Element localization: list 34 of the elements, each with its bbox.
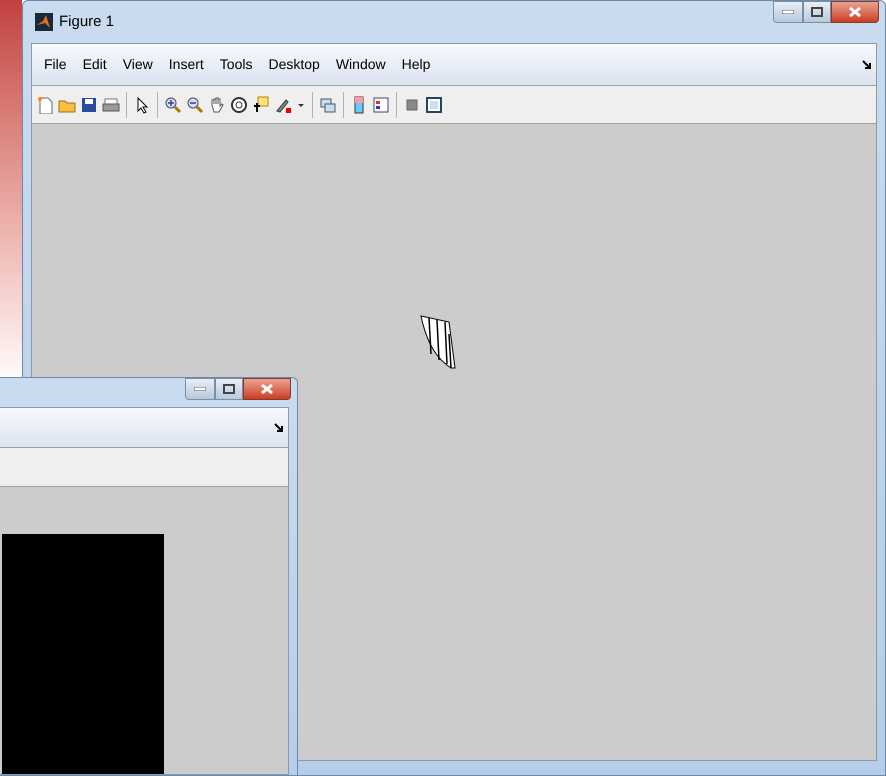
app-logo-icon: [35, 13, 53, 31]
new-file-icon[interactable]: [36, 96, 54, 114]
menu-item[interactable]: Desktop: [260, 54, 328, 75]
menu-item[interactable]: Tools: [212, 54, 260, 75]
zoom-in-icon[interactable]: [164, 96, 182, 114]
close-button[interactable]: [831, 1, 879, 23]
data-cursor-icon[interactable]: [252, 96, 270, 114]
menu-item[interactable]: View: [114, 54, 161, 75]
maximize-icon: [223, 384, 235, 394]
maximize-icon: [811, 7, 823, 17]
menu-item[interactable]: Edit: [74, 54, 115, 75]
rotate-icon[interactable]: [230, 96, 248, 114]
dock-arrow-icon[interactable]: [274, 422, 284, 432]
zoom-out-icon[interactable]: [186, 96, 204, 114]
maximize-button[interactable]: [215, 378, 243, 400]
window-title: Figure 1: [59, 12, 114, 32]
menu-item[interactable]: File: [36, 54, 75, 75]
frame-icon[interactable]: [425, 96, 443, 114]
legend-icon[interactable]: [372, 96, 390, 114]
close-button[interactable]: [243, 378, 291, 400]
close-icon: [261, 384, 273, 394]
minimize-button[interactable]: [773, 1, 803, 23]
link-icon[interactable]: [319, 96, 337, 114]
close-icon: [849, 7, 861, 17]
minimize-icon: [782, 10, 794, 14]
printer-icon[interactable]: [102, 96, 120, 114]
minimize-button[interactable]: [185, 378, 215, 400]
menu-item[interactable]: Insert: [160, 54, 212, 75]
menu-item[interactable]: Help: [394, 54, 438, 75]
menu-item[interactable]: Window: [328, 54, 394, 75]
minimize-icon: [194, 387, 206, 391]
dock-arrow-icon[interactable]: [862, 60, 872, 70]
maximize-button[interactable]: [803, 1, 831, 23]
save-icon[interactable]: [80, 96, 98, 114]
